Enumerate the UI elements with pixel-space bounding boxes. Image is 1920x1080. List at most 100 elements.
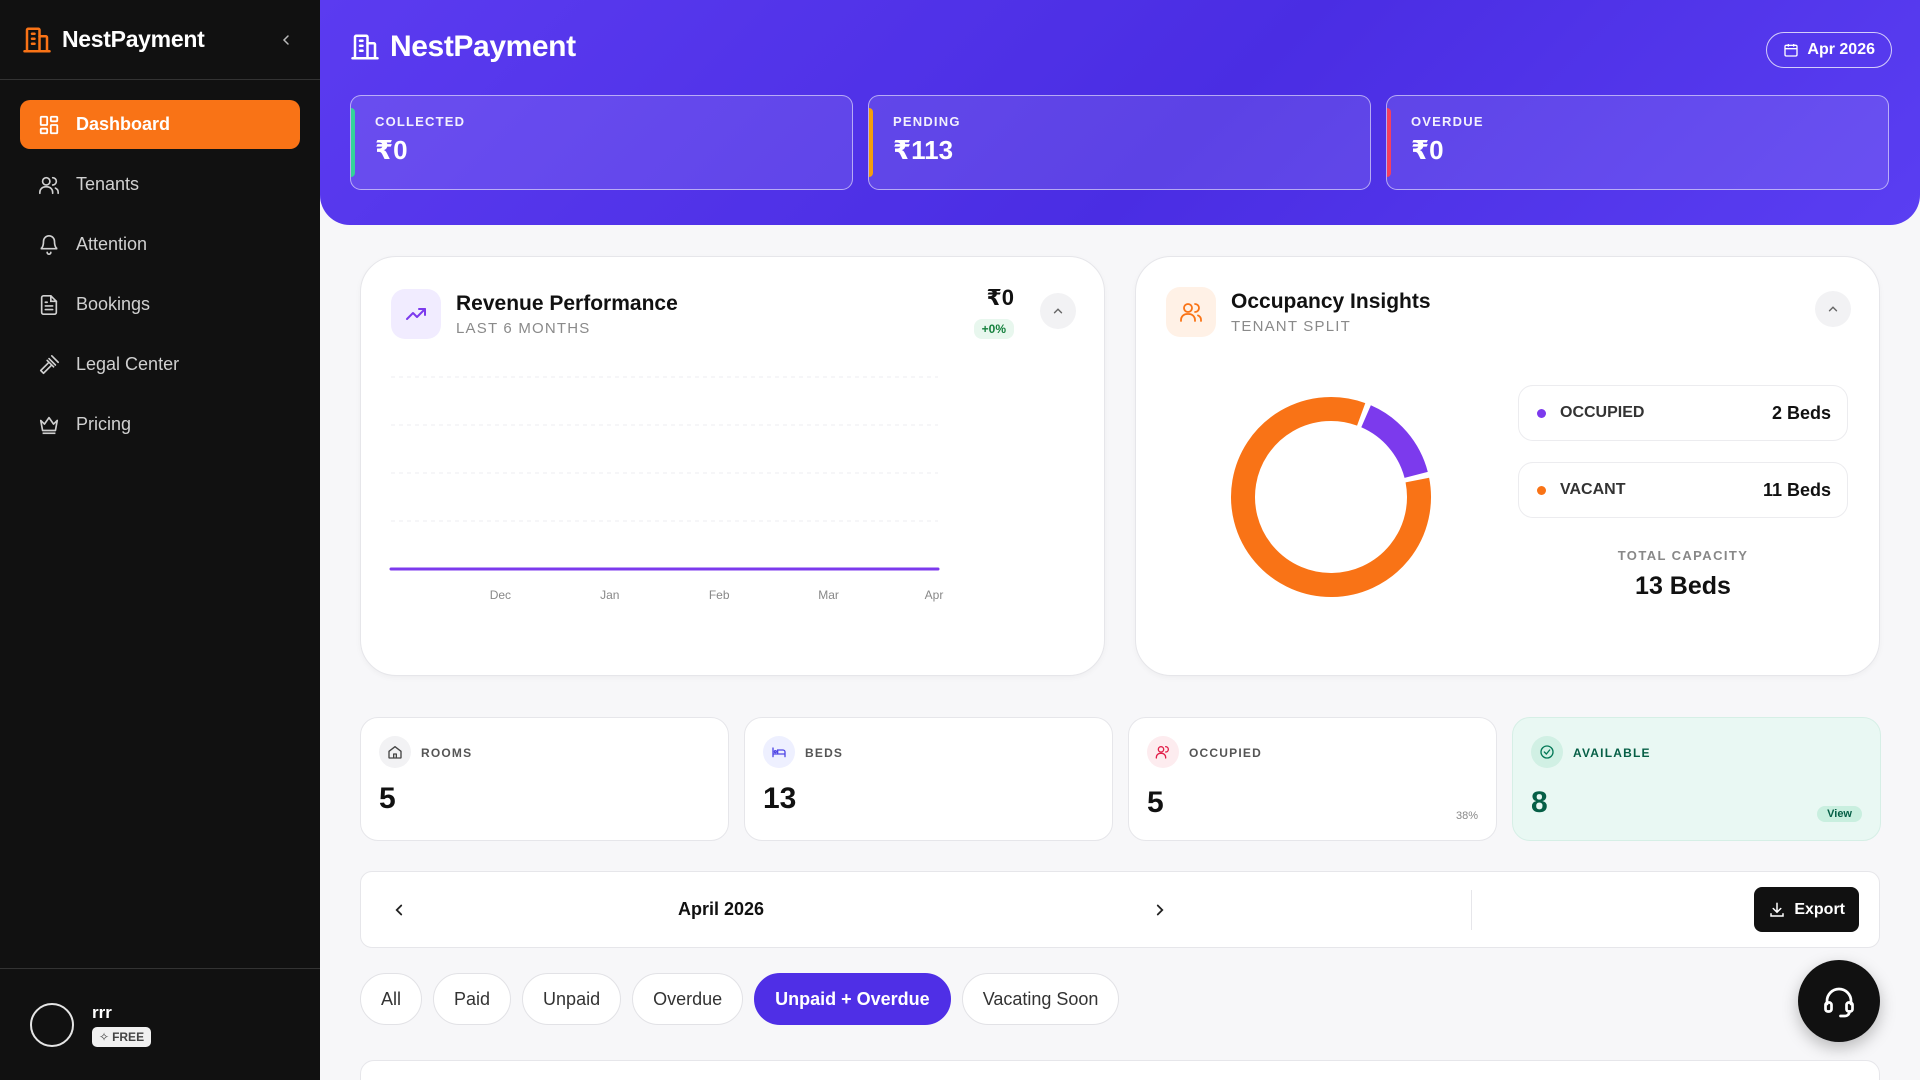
divider (1471, 890, 1472, 930)
sidebar-item-label: Attention (76, 234, 148, 254)
occupancy-card: Occupancy Insights TENANT SPLIT OCCUPIED… (1135, 256, 1880, 676)
collected-accent-bar (351, 108, 355, 177)
stat-label: COLLECTED (375, 114, 466, 129)
month-navigation: April 2026 Export (360, 871, 1880, 948)
stat-value: 5 (1147, 786, 1164, 819)
gavel-icon (37, 353, 61, 377)
x-tick-label: Apr (925, 588, 944, 602)
sidebar-item-bookings[interactable]: Bookings (20, 280, 300, 329)
revenue-card: Revenue Performance LAST 6 MONTHS ₹0 +0%… (360, 256, 1105, 676)
home-icon (379, 736, 411, 768)
occupancy-donut-chart (1231, 397, 1431, 597)
stat-value: ₹113 (893, 135, 954, 165)
users-icon (37, 173, 61, 197)
sidebar-item-label: Tenants (76, 174, 140, 194)
filter-vacating-soon[interactable]: Vacating Soon (961, 973, 1120, 1025)
sidebar-item-pricing[interactable]: Pricing (20, 400, 300, 449)
next-month-button[interactable] (1146, 896, 1174, 924)
calendar-icon (1783, 42, 1799, 58)
users-icon (1166, 287, 1216, 337)
filter-unpaid[interactable]: Unpaid (522, 973, 622, 1025)
available-stat-card[interactable]: AVAILABLE 8 View (1512, 717, 1881, 841)
filter-overdue[interactable]: Overdue (632, 973, 744, 1025)
dashboard-icon (37, 113, 61, 137)
sidebar-item-attention[interactable]: Attention (20, 220, 300, 269)
sidebar-item-legal-center[interactable]: Legal Center (20, 340, 300, 389)
sidebar-nav: Dashboard Tenants Attention Bookings Leg… (0, 80, 320, 449)
pending-stat: PENDING ₹113 (868, 95, 1371, 190)
crown-icon (37, 413, 61, 437)
month-selector[interactable]: Apr 2026 (1766, 32, 1892, 68)
check-circle-icon (1531, 736, 1563, 768)
rooms-stat-card[interactable]: ROOMS 5 (360, 717, 729, 841)
stat-label: AVAILABLE (1573, 746, 1651, 760)
collapse-revenue-button[interactable] (1040, 293, 1076, 329)
legend-vacant: VACANT 11 Beds (1518, 462, 1848, 518)
filter-chips: All Paid Unpaid Overdue Unpaid + Overdue… (360, 973, 1120, 1025)
revenue-total: ₹0 (986, 285, 1014, 310)
collapse-sidebar-button[interactable] (274, 28, 298, 52)
capacity-label: TOTAL CAPACITY (1617, 548, 1749, 563)
stat-value: 5 (379, 782, 396, 815)
plan-label: FREE (112, 1029, 145, 1044)
download-icon (1768, 901, 1786, 919)
sidebar-item-label: Legal Center (76, 354, 180, 374)
vacant-dot (1537, 485, 1546, 495)
sidebar-header: NestPayment (0, 0, 320, 80)
revenue-line-chart: Dec Jan Feb Mar Apr (389, 376, 944, 602)
occupancy-title: Occupancy Insights (1231, 290, 1431, 313)
sparkle-icon: ✧ (99, 1029, 110, 1044)
document-icon (37, 293, 61, 317)
beds-stat-card[interactable]: BEDS 13 (744, 717, 1113, 841)
x-tick-label: Jan (600, 588, 619, 602)
previous-month-button[interactable] (385, 896, 413, 924)
export-label: Export (1794, 900, 1845, 918)
sidebar-item-label: Bookings (76, 294, 151, 314)
legend-occupied: OCCUPIED 2 Beds (1518, 385, 1848, 441)
legend-label: OCCUPIED (1560, 404, 1645, 421)
header-title: NestPayment (390, 30, 576, 63)
legend-label: VACANT (1560, 481, 1626, 498)
revenue-change-badge: +0% (973, 319, 1014, 339)
stat-label: PENDING (893, 114, 961, 129)
pending-accent-bar (869, 108, 873, 177)
collapse-occupancy-button[interactable] (1815, 291, 1851, 327)
occupancy-percent: 38% (1455, 810, 1478, 822)
view-available-button[interactable]: View (1817, 806, 1862, 822)
sidebar: NestPayment Dashboard Tenants Attention … (0, 0, 320, 1080)
x-tick-label: Mar (818, 588, 839, 602)
header-banner: NestPayment Apr 2026 COLLECTED ₹0 PENDIN… (320, 0, 1920, 225)
filter-paid[interactable]: Paid (433, 973, 512, 1025)
trending-up-icon (391, 289, 441, 339)
user-profile[interactable]: rrr ✧ FREE (0, 968, 320, 1080)
avatar[interactable] (30, 1002, 74, 1047)
stat-label: OCCUPIED (1189, 746, 1262, 760)
sidebar-item-dashboard[interactable]: Dashboard (20, 100, 300, 149)
legend-value: 2 Beds (1771, 402, 1831, 423)
filter-all[interactable]: All (360, 973, 423, 1025)
user-name: rrr (92, 1002, 112, 1022)
occupied-stat-card[interactable]: OCCUPIED 5 38% (1128, 717, 1497, 841)
support-button[interactable] (1798, 960, 1880, 1042)
stat-value: 13 (763, 782, 797, 815)
plan-badge: ✧ FREE (92, 1026, 152, 1047)
stat-value: ₹0 (1411, 135, 1444, 165)
building-icon (350, 32, 380, 62)
stat-label: BEDS (805, 746, 844, 760)
collected-stat: COLLECTED ₹0 (350, 95, 853, 190)
capacity-value: 13 Beds (1635, 572, 1731, 600)
revenue-title: Revenue Performance (456, 292, 678, 315)
sidebar-item-tenants[interactable]: Tenants (20, 160, 300, 209)
sidebar-item-label: Dashboard (76, 114, 171, 134)
stat-label: ROOMS (421, 746, 473, 760)
month-text: April 2026 (677, 899, 765, 919)
stat-value: 8 (1531, 786, 1548, 819)
app-title: NestPayment (62, 26, 205, 52)
stat-label: OVERDUE (1411, 114, 1484, 129)
sidebar-item-label: Pricing (76, 414, 132, 434)
overdue-stat: OVERDUE ₹0 (1386, 95, 1889, 190)
stat-value: ₹0 (375, 135, 408, 165)
filter-unpaid-overdue[interactable]: Unpaid + Overdue (754, 973, 951, 1025)
month-label: Apr 2026 (1807, 41, 1875, 58)
export-button[interactable]: Export (1754, 887, 1859, 932)
